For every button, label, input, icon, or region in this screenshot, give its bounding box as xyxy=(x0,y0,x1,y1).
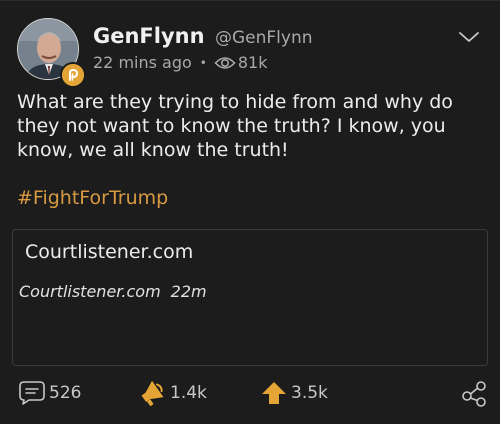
post-card: GenFlynn @GenFlynn 22 mins ago • 81k Wha… xyxy=(0,0,500,424)
post-menu-button[interactable] xyxy=(458,29,480,48)
author-avatar[interactable] xyxy=(17,18,86,88)
post-meta: 22 mins ago • 81k xyxy=(93,53,268,72)
comment-icon xyxy=(19,381,45,405)
link-title: Courtlistener.com xyxy=(25,241,194,263)
link-source-line: Courtlistener.com 22m xyxy=(19,282,207,301)
share-button[interactable] xyxy=(460,377,491,409)
upvote-arrow-icon xyxy=(262,382,286,404)
comment-count: 526 xyxy=(49,383,82,403)
echo-megaphone-icon xyxy=(141,380,164,406)
parler-badge-icon xyxy=(60,62,86,88)
chevron-down-icon xyxy=(459,32,479,42)
action-bar: 526 1.4k 3.5k xyxy=(0,377,500,409)
view-count: 81k xyxy=(237,53,268,72)
link-age: 22m xyxy=(170,282,207,301)
author-handle[interactable]: @GenFlynn xyxy=(215,28,313,48)
link-source: Courtlistener.com xyxy=(19,282,161,301)
link-preview-card[interactable]: Courtlistener.com Courtlistener.com 22m xyxy=(12,229,488,366)
hashtag-link[interactable]: #FightForTrump xyxy=(17,187,168,209)
echo-count: 1.4k xyxy=(170,383,207,403)
author-name[interactable]: GenFlynn xyxy=(93,24,205,48)
meta-separator: • xyxy=(199,55,207,70)
eye-icon xyxy=(214,56,236,69)
echo-button[interactable]: 1.4k xyxy=(137,377,207,409)
upvote-count: 3.5k xyxy=(291,383,328,403)
share-icon xyxy=(462,381,486,407)
post-timestamp: 22 mins ago xyxy=(93,53,192,72)
post-body: What are they trying to hide from and wh… xyxy=(17,91,453,161)
upvote-button[interactable]: 3.5k xyxy=(260,377,328,409)
comment-button[interactable]: 526 xyxy=(18,377,81,409)
